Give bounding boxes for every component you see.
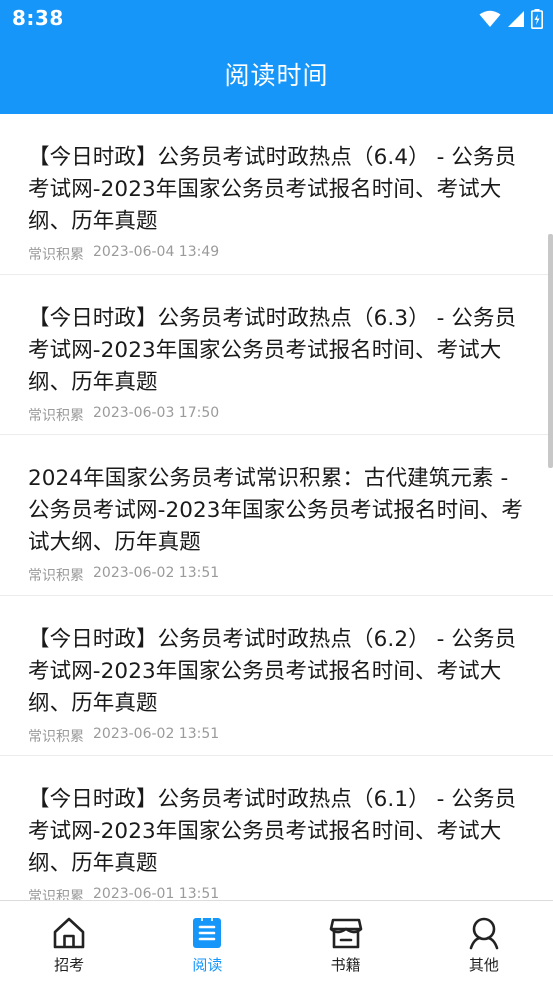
bottom-tab-bar: 招考 阅读 书籍 其他	[0, 900, 553, 984]
article-title: 2024年国家公务员考试常识积累：古代建筑元素 - 公务员考试网-2023年国家…	[28, 466, 523, 555]
wifi-icon	[479, 10, 501, 27]
tab-label: 其他	[468, 956, 499, 974]
list-item[interactable]: 【今日时政】公务员考试时政热点（6.4） - 公务员考试网-2023年国家公务员…	[0, 114, 553, 275]
status-icons	[479, 8, 543, 30]
person-icon	[469, 917, 499, 950]
article-category: 常识积累	[28, 247, 84, 263]
tab-label: 阅读	[192, 956, 223, 974]
home-icon	[53, 917, 85, 949]
status-bar: 8:38	[0, 0, 553, 38]
tab-yuedu[interactable]: 阅读	[138, 901, 276, 984]
article-date: 2023-06-02 13:51	[93, 725, 220, 742]
article-list[interactable]: 【今日时政】公务员考试时政热点（6.4） - 公务员考试网-2023年国家公务员…	[0, 114, 553, 900]
article-category: 常识积累	[28, 407, 84, 424]
article-date: 2023-06-03 17:50	[93, 404, 220, 421]
app-header: 8:38 阅读时间	[0, 0, 553, 114]
article-meta: 常识积累 2023-06-02 13:51	[28, 726, 535, 746]
article-title: 【今日时政】公务员考试时政热点（6.2） - 公务员考试网-2023年国家公务员…	[28, 626, 517, 716]
tab-zhaokao[interactable]: 招考	[0, 901, 138, 984]
page-title: 阅读时间	[224, 61, 329, 90]
article-date: 2023-06-02 13:51	[93, 565, 220, 581]
article-title: 【今日时政】公务员考试时政热点（6.4） - 公务员考试网-2023年国家公务员…	[28, 145, 517, 234]
tab-shuji[interactable]: 书籍	[277, 901, 415, 984]
article-category: 常识积累	[28, 728, 84, 745]
article-meta: 常识积累 2023-06-03 17:50	[28, 405, 535, 425]
reading-icon	[193, 918, 222, 948]
list-item[interactable]: 【今日时政】公务员考试时政热点（6.1） - 公务员考试网-2023年国家公务员…	[0, 756, 553, 900]
tab-label: 书籍	[330, 956, 361, 974]
tab-label: 招考	[54, 956, 85, 974]
article-meta: 常识积累 2023-06-01 13:51	[28, 886, 535, 900]
list-item[interactable]: 【今日时政】公务员考试时政热点（6.3） - 公务员考试网-2023年国家公务员…	[0, 275, 553, 435]
list-item[interactable]: 2024年国家公务员考试常识积累：古代建筑元素 - 公务员考试网-2023年国家…	[0, 435, 553, 596]
store-icon	[329, 918, 362, 949]
article-title: 【今日时政】公务员考试时政热点（6.3） - 公务员考试网-2023年国家公务员…	[28, 305, 517, 395]
battery-icon	[531, 9, 543, 29]
article-meta: 常识积累 2023-06-02 13:51	[28, 565, 535, 585]
list-item[interactable]: 【今日时政】公务员考试时政热点（6.2） - 公务员考试网-2023年国家公务员…	[0, 596, 553, 756]
article-date: 2023-06-04 13:49	[93, 244, 220, 260]
signal-icon	[508, 11, 524, 27]
article-date: 2023-06-01 13:51	[93, 886, 220, 900]
tab-qita[interactable]: 其他	[415, 901, 553, 984]
article-title: 【今日时政】公务员考试时政热点（6.1） - 公务员考试网-2023年国家公务员…	[28, 787, 517, 876]
scrollbar-thumb[interactable]	[548, 234, 553, 468]
article-category: 常识积累	[28, 889, 84, 900]
article-category: 常识积累	[28, 568, 84, 584]
status-time: 8:38	[12, 6, 64, 30]
article-meta: 常识积累 2023-06-04 13:49	[28, 244, 535, 264]
